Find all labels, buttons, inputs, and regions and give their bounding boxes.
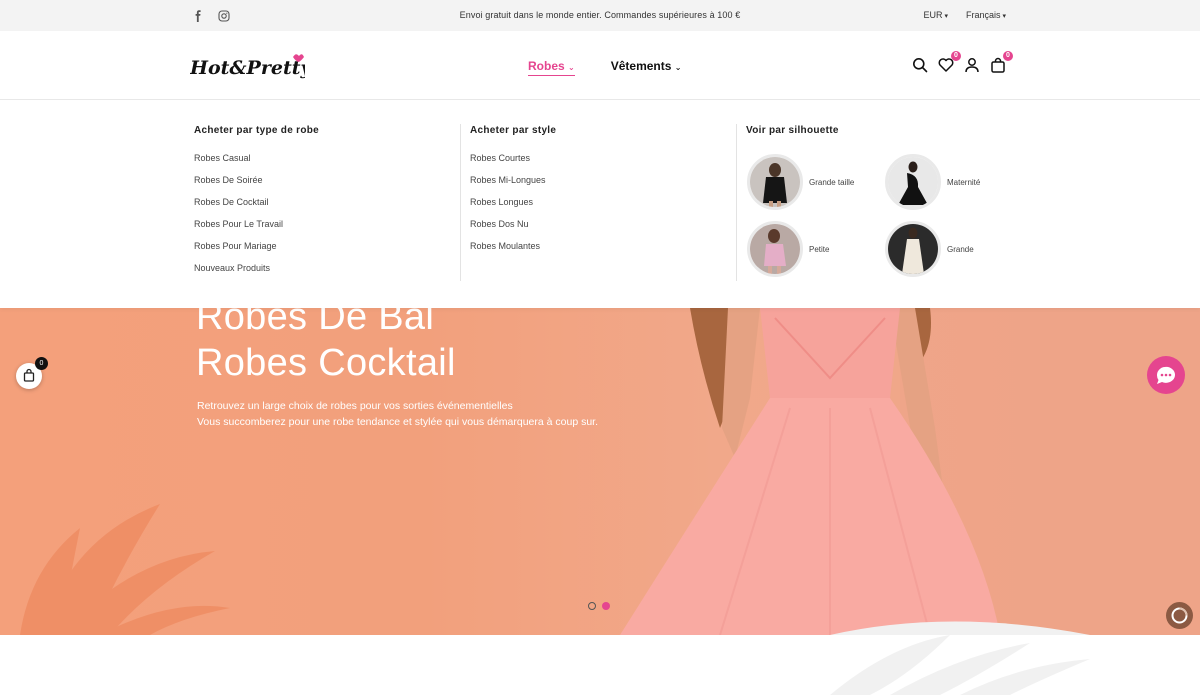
- menu-column-silhouette: Voir par silhouette: [746, 125, 839, 153]
- silhouette-petite[interactable]: Petite: [747, 221, 829, 277]
- column-divider: [736, 124, 737, 281]
- silhouette-maternite[interactable]: Maternité: [885, 154, 980, 210]
- silhouette-image: [885, 154, 941, 210]
- silhouette-label: Grande: [947, 244, 974, 254]
- silhouette-grande[interactable]: Grande: [885, 221, 974, 277]
- language-label: Français: [965, 10, 1001, 20]
- silhouette-image: [747, 221, 803, 277]
- slider-pagination: [588, 602, 610, 610]
- hero-title-line-1: Robes De Bal: [196, 308, 435, 338]
- nav-vetements-label: Vêtements: [610, 59, 672, 73]
- menu-link[interactable]: Robes Pour Le Travail: [194, 219, 319, 241]
- menu-link[interactable]: Robes Pour Mariage: [194, 241, 319, 263]
- menu-link[interactable]: Robes Dos Nu: [470, 219, 556, 241]
- nav-robes-label: Robes: [528, 59, 565, 73]
- menu-column-title: Acheter par style: [470, 125, 557, 136]
- hero-subtitle-line-1: Retrouvez un large choix de robes pour v…: [197, 400, 513, 412]
- cart-count-badge: 0: [1003, 51, 1013, 61]
- hero-banner: Robes De Bal Robes Cocktail Retrouvez un…: [0, 308, 1200, 635]
- chevron-down-icon: ▾: [1002, 13, 1006, 20]
- nav-vetements[interactable]: Vêtements ⌄: [611, 59, 682, 76]
- silhouette-label: Grande taille: [809, 177, 855, 187]
- chat-button[interactable]: [1147, 356, 1185, 394]
- column-divider: [460, 124, 461, 281]
- cart-button[interactable]: 0: [990, 51, 1013, 73]
- menu-column-title: Acheter par type de robe: [194, 125, 320, 136]
- menu-link[interactable]: Robes Courtes: [470, 153, 556, 175]
- menu-link[interactable]: Robes Mi-Longues: [470, 175, 556, 197]
- floating-cart-button[interactable]: 0: [16, 357, 48, 389]
- chevron-down-icon: ⌄: [674, 63, 682, 72]
- search-button[interactable]: [912, 57, 928, 73]
- silhouette-image: [747, 154, 803, 210]
- hero-illustration: [20, 308, 1200, 635]
- site-header: Hot&Pretty Robes ⌄ Vêtements ⌄ 0 0: [0, 31, 1200, 100]
- silhouette-label: Petite: [809, 244, 830, 254]
- menu-link[interactable]: Robes Moulantes: [470, 241, 556, 263]
- currency-selector[interactable]: EUR ▾: [923, 10, 948, 20]
- menu-link[interactable]: Robes De Soirée: [194, 175, 319, 197]
- silhouette-label: Maternité: [947, 177, 981, 187]
- circle-icon: [1171, 607, 1188, 624]
- accessibility-button[interactable]: [1166, 602, 1193, 629]
- search-icon: [913, 58, 928, 73]
- menu-column-title: Voir par silhouette: [746, 125, 839, 136]
- language-selector[interactable]: Français ▾: [966, 10, 1006, 20]
- menu-column-type: Acheter par type de robe Robes Casual Ro…: [194, 125, 319, 285]
- silhouette-grande-taille[interactable]: Grande taille: [747, 154, 854, 210]
- account-button[interactable]: [964, 57, 980, 73]
- silhouette-image: [885, 221, 941, 277]
- chevron-down-icon: ▾: [944, 13, 948, 20]
- menu-column-style: Acheter par style Robes Courtes Robes Mi…: [470, 125, 556, 263]
- chat-bubble-icon: [1156, 366, 1175, 384]
- user-icon: [965, 58, 979, 73]
- hero-subtitle-line-2: Vous succomberez pour une robe tendance …: [197, 416, 598, 428]
- slider-dot-1[interactable]: [588, 602, 596, 610]
- currency-label: EUR: [923, 10, 943, 20]
- shipping-announcement: Envoi gratuit dans le monde entier. Comm…: [459, 10, 741, 20]
- menu-link[interactable]: Robes Casual: [194, 153, 319, 175]
- svg-text:Hot&Pretty: Hot&Pretty: [190, 57, 305, 79]
- wishlist-button[interactable]: 0: [938, 51, 961, 73]
- floating-cart-count: 0: [35, 357, 48, 370]
- menu-link[interactable]: Nouveaux Produits: [194, 263, 319, 285]
- slider-dot-2[interactable]: [602, 602, 610, 610]
- hero-subtitle: Retrouvez un large choix de robes pour v…: [197, 398, 598, 430]
- decorative-leaf: [830, 635, 1090, 695]
- hero-title-line-2: Robes Cocktail: [196, 342, 456, 384]
- wishlist-count-badge: 0: [951, 51, 961, 61]
- site-logo[interactable]: Hot&Pretty: [189, 48, 313, 82]
- chevron-down-icon: ⌄: [568, 63, 575, 72]
- mega-menu-robes: Acheter par type de robe Robes Casual Ro…: [0, 100, 1200, 308]
- main-nav: Robes ⌄ Vêtements ⌄: [528, 59, 681, 76]
- menu-link[interactable]: Robes Longues: [470, 197, 556, 219]
- top-bar: Envoi gratuit dans le monde entier. Comm…: [0, 0, 1200, 31]
- menu-link[interactable]: Robes De Cocktail: [194, 197, 319, 219]
- nav-robes[interactable]: Robes ⌄: [528, 59, 575, 76]
